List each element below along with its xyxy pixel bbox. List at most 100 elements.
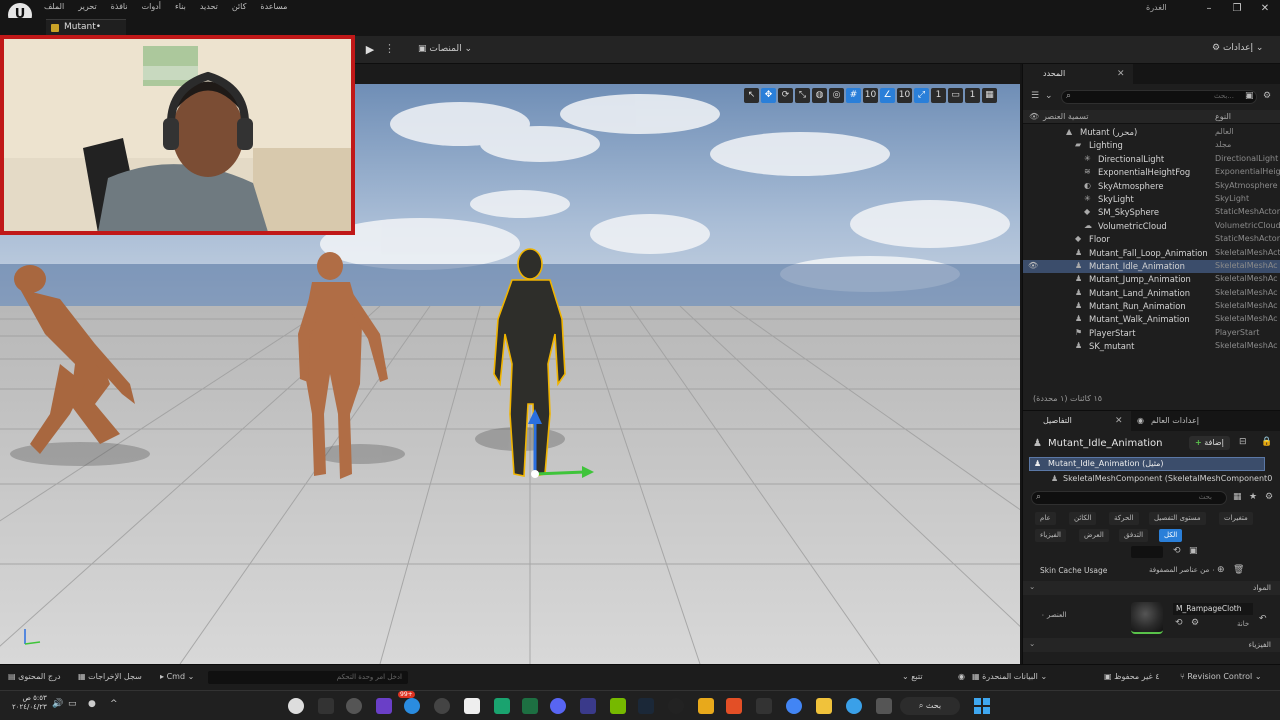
unsaved-button[interactable]: ▣ ٤ غير محفوظ bbox=[1104, 672, 1160, 681]
filter-general[interactable]: عام bbox=[1035, 512, 1056, 525]
translate-mode-icon[interactable]: ✥ bbox=[761, 88, 776, 103]
filter-icon[interactable]: ☰ bbox=[1031, 91, 1039, 101]
epic-app-icon[interactable] bbox=[318, 698, 334, 714]
array-value-field[interactable] bbox=[1131, 546, 1163, 558]
close-window-icon[interactable]: ✕ bbox=[1252, 1, 1278, 17]
details-search-input[interactable]: ⌕ بحث bbox=[1031, 491, 1227, 505]
network-icon[interactable]: ▭ bbox=[68, 699, 77, 709]
outliner-row[interactable]: ✳ SkyLight SkyLight bbox=[1023, 193, 1280, 206]
grid-snap-icon[interactable]: # bbox=[846, 88, 861, 103]
table-view-icon[interactable]: ▦ bbox=[1233, 492, 1242, 502]
speed-app-icon[interactable] bbox=[434, 698, 450, 714]
play-icon[interactable]: ▶ bbox=[362, 42, 378, 58]
task-view-icon[interactable] bbox=[876, 698, 892, 714]
telegram-app-icon[interactable]: 99+ bbox=[398, 691, 420, 714]
outliner-row[interactable]: ✳ DirectionalLight DirectionalLight bbox=[1023, 153, 1280, 166]
camera-speed-value[interactable]: 1 bbox=[965, 88, 980, 103]
add-folder-icon[interactable]: ▣ bbox=[1245, 91, 1254, 101]
outliner-row[interactable]: ⚑ PlayerStart PlayerStart bbox=[1023, 327, 1280, 340]
notes-app-icon[interactable] bbox=[464, 698, 480, 714]
reset-icon[interactable]: ⟲ bbox=[1175, 618, 1183, 628]
copilot-app-icon[interactable] bbox=[846, 698, 862, 714]
excel-app-icon[interactable] bbox=[522, 698, 538, 714]
taskbar-search[interactable]: ⌕ بحث bbox=[900, 697, 960, 715]
blueprint-icon[interactable]: ⊟ bbox=[1239, 437, 1247, 447]
menu-help[interactable]: مساعدة bbox=[260, 2, 287, 11]
outliner-col-label[interactable]: تسمية العنصر bbox=[1043, 112, 1089, 121]
cmd-dropdown[interactable]: ▸ Cmd ⌄ bbox=[160, 672, 194, 681]
filter-physics[interactable]: الفيزياء bbox=[1035, 529, 1066, 542]
volume-icon[interactable]: 🔊 bbox=[52, 699, 63, 709]
actor-name[interactable]: Mutant_Idle_Animation bbox=[1048, 438, 1162, 449]
platforms-button[interactable]: ▣ المنصات ⌄ bbox=[418, 44, 472, 54]
reset-icon[interactable]: ⟲ bbox=[1173, 546, 1181, 556]
gear-icon[interactable]: ⚙ bbox=[1265, 492, 1273, 502]
world-space-icon[interactable]: ◍ bbox=[812, 88, 827, 103]
add-component-button[interactable]: + إضافة bbox=[1189, 436, 1230, 450]
trace-button[interactable]: ⌄ تتبع bbox=[902, 672, 923, 681]
derived-data-button[interactable]: ▦ البيانات المنحدرة ⌄ bbox=[972, 672, 1047, 681]
undo-arrow-icon[interactable]: ↶ bbox=[1259, 614, 1267, 624]
rotation-size-icon[interactable]: 10 bbox=[897, 88, 912, 103]
outliner-row[interactable]: ◆ SM_SkySphere StaticMeshActor bbox=[1023, 206, 1280, 219]
blender-app-icon[interactable] bbox=[726, 698, 742, 714]
scale-size-icon[interactable]: 1 bbox=[931, 88, 946, 103]
windows-start-icon[interactable] bbox=[974, 698, 990, 714]
restore-icon[interactable]: ❐ bbox=[1224, 1, 1250, 17]
world-settings-tab[interactable]: ◉ إعدادات العالم bbox=[1137, 411, 1199, 431]
star-icon[interactable]: ★ bbox=[1249, 492, 1257, 502]
delete-icon[interactable]: 🗑 bbox=[1233, 565, 1244, 575]
close-icon[interactable]: ✕ bbox=[1117, 64, 1125, 84]
outliner-row[interactable]: 👁 ♟ Mutant_Idle_Animation SkeletalMeshAc bbox=[1023, 259, 1280, 274]
outliner-row[interactable]: ♟ SK_mutant SkeletalMeshAc bbox=[1023, 340, 1280, 353]
menu-tools[interactable]: أدوات bbox=[142, 2, 161, 11]
filter-rendering[interactable]: العرض bbox=[1079, 529, 1109, 542]
outliner-row[interactable]: ≋ ExponentialHeightFog ExponentialHeig bbox=[1023, 166, 1280, 179]
outliner-row[interactable]: ♟ Mutant_Land_Animation SkeletalMeshAc bbox=[1023, 287, 1280, 300]
scale-snap-icon[interactable]: ⤢ bbox=[914, 88, 929, 103]
store-app-icon[interactable] bbox=[580, 698, 596, 714]
scale-mode-icon[interactable]: ⤡ bbox=[795, 88, 810, 103]
outliner-row[interactable]: ♟ Mutant_Run_Animation SkeletalMeshAc bbox=[1023, 300, 1280, 313]
outliner-search-input[interactable]: ⌕ بحث... ⌄ bbox=[1061, 90, 1257, 104]
add-element-icon[interactable]: ⊕ bbox=[1217, 565, 1225, 575]
menu-edit[interactable]: تحرير bbox=[78, 2, 96, 11]
component-child-row[interactable]: SkeletalMeshComponent (SkeletalMeshCompo… bbox=[1063, 474, 1272, 483]
filter-animation[interactable]: الحركة bbox=[1109, 512, 1139, 525]
filter-lod[interactable]: مستوى التفصيل bbox=[1149, 512, 1206, 525]
filter-streaming[interactable]: التدفق bbox=[1119, 529, 1149, 542]
filter-all[interactable]: الكل bbox=[1159, 529, 1183, 542]
material-thumbnail[interactable] bbox=[1131, 602, 1163, 634]
menu-window[interactable]: نافذة bbox=[111, 2, 128, 11]
outliner-row[interactable]: ♟ Mutant_Walk_Animation SkeletalMeshAc bbox=[1023, 313, 1280, 326]
lock-icon[interactable]: 🔒 bbox=[1261, 437, 1272, 447]
record-icon[interactable]: ◉ bbox=[958, 672, 965, 681]
outliner-col-type[interactable]: النوع bbox=[1215, 112, 1231, 121]
chat-app-icon[interactable] bbox=[494, 698, 510, 714]
visibility-icon[interactable]: 👁 bbox=[1028, 261, 1038, 270]
nvidia-app-icon[interactable] bbox=[610, 698, 626, 714]
outliner-row[interactable]: ◆ Floor StaticMeshActor bbox=[1023, 233, 1280, 246]
output-log-button[interactable]: ▦ سجل الإخراجات bbox=[78, 672, 142, 681]
browse-icon[interactable]: ▣ bbox=[1189, 546, 1198, 556]
menu-select[interactable]: تحديد bbox=[200, 2, 218, 11]
physics-section[interactable]: ⌄ الفيزياء bbox=[1023, 638, 1280, 652]
menu-build[interactable]: بناء bbox=[175, 2, 186, 11]
close-icon[interactable]: ✕ bbox=[1115, 411, 1123, 431]
level-tab[interactable]: Mutant• bbox=[46, 19, 126, 35]
filter-actor[interactable]: الكائن bbox=[1069, 512, 1097, 525]
revision-control-button[interactable]: ⑂ Revision Control ⌄ bbox=[1180, 672, 1262, 681]
settings-button[interactable]: ⚙ إعدادات ⌄ bbox=[1212, 43, 1263, 53]
rockstar-app-icon[interactable] bbox=[698, 698, 714, 714]
outliner-row[interactable]: ☁ VolumetricCloud VolumetricCloud bbox=[1023, 220, 1280, 233]
browse-icon[interactable]: ⚙ bbox=[1191, 618, 1199, 628]
obs-app-icon[interactable] bbox=[668, 698, 684, 714]
select-mode-icon[interactable]: ↖ bbox=[744, 88, 759, 103]
tray-clock[interactable]: ٥:٥٣ ص ٢٠٢٤/٠٤/٢٣ bbox=[12, 694, 47, 712]
rotation-snap-icon[interactable]: ∠ bbox=[880, 88, 895, 103]
outliner-row[interactable]: ▲ Mutant (محرر) العالم bbox=[1023, 126, 1280, 139]
play-options-icon[interactable]: ⋮ bbox=[384, 42, 395, 55]
tray-chevron-icon[interactable]: ^ bbox=[110, 699, 118, 709]
component-root-row[interactable]: ♟ Mutant_Idle_Animation (مثيل) bbox=[1029, 457, 1265, 471]
camera-speed-icon[interactable]: ▭ bbox=[948, 88, 963, 103]
